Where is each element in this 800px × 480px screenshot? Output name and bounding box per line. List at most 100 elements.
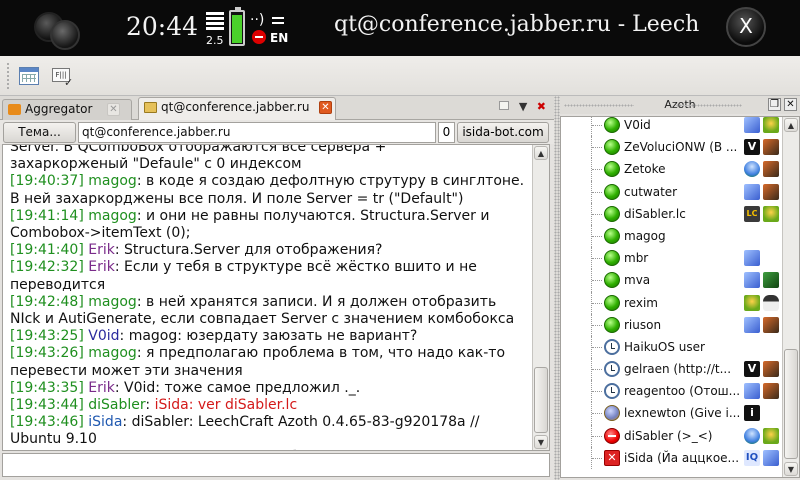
status-away-icon <box>604 361 620 378</box>
roster-contact[interactable]: lexnewton (Give i... i <box>561 402 783 425</box>
roster-contact[interactable]: HaikuOS user <box>561 335 783 359</box>
roster-scrollbar[interactable]: ▲ ▼ <box>782 117 799 477</box>
chat-history[interactable]: Server. В QComboBox отображаются все сер… <box>2 144 550 451</box>
roster-contact[interactable]: reagentoo (Отош... <box>561 380 783 403</box>
roster-contact[interactable]: magog <box>561 224 783 248</box>
gajim-icon <box>763 205 779 222</box>
roster-contact[interactable]: diSabler (>_<) <box>561 424 783 447</box>
toolbar-grip[interactable] <box>6 62 10 90</box>
chat-message: Server. В QComboBox отображаются все сер… <box>10 145 530 156</box>
contact-name: iSida (Йа аццкое... <box>624 450 740 465</box>
roster-contact[interactable]: mva <box>561 269 784 292</box>
status-dnd-icon <box>604 427 620 444</box>
message-nick[interactable]: V0id <box>88 328 119 344</box>
status-online-icon <box>604 294 620 311</box>
roster-contact[interactable]: cutwater <box>561 180 784 203</box>
scroll-down-icon[interactable]: ▼ <box>784 462 798 476</box>
presence-busy-icon[interactable] <box>252 30 266 44</box>
client-icons: V <box>744 361 784 378</box>
tree-branch <box>592 235 602 237</box>
roster-contact[interactable]: ZeVoluciONW (В ... V <box>561 136 784 159</box>
roster-contact[interactable]: rexim <box>561 291 783 314</box>
client-icons: V <box>744 139 784 156</box>
roster-contact[interactable]: mbr <box>561 247 784 270</box>
close-window-button[interactable]: X <box>726 7 766 47</box>
tab-aggregator[interactable]: Aggregator ✕ <box>2 99 132 120</box>
psi-icon <box>744 117 760 133</box>
client-icons <box>744 316 784 333</box>
qip-client-icon: IQ <box>744 449 760 466</box>
tab-list-dropdown-icon[interactable]: ▼ <box>519 100 527 113</box>
chat-message: [19:41:40] Erik: Structura.Server для от… <box>10 242 383 259</box>
field-dropdown-button[interactable]: F||| ✓ <box>50 64 76 89</box>
message-nick[interactable]: Erik <box>88 380 115 396</box>
window-title[interactable]: qt@conference.jabber.ru - Leech <box>334 12 699 37</box>
client-icons <box>744 183 784 200</box>
calendar-icon <box>19 67 39 85</box>
client-icons <box>744 250 784 267</box>
float-dock-button[interactable]: ❐ <box>768 98 781 111</box>
input-language[interactable]: EN <box>270 31 288 45</box>
message-nick[interactable]: Erik <box>88 259 115 275</box>
tab-muc-room[interactable]: qt@conference.jabber.ru ✕ <box>138 97 336 121</box>
roster-contact[interactable]: ✕ iSida (Йа аццкое... IQ <box>561 446 783 469</box>
roster-contact[interactable]: diSabler.lc LC <box>561 202 783 225</box>
message-text: V0id: тоже самое предложил ._. <box>124 379 361 396</box>
client-icons <box>744 272 784 289</box>
scroll-thumb[interactable] <box>784 349 798 459</box>
scroll-up-icon[interactable]: ▲ <box>534 146 548 160</box>
tree-branch <box>592 169 602 171</box>
message-nick[interactable]: diSabler <box>88 449 145 450</box>
status-online-icon <box>604 272 620 289</box>
scroll-thumb[interactable] <box>534 367 548 433</box>
contact-roster[interactable]: V0id ZeVoluciONW (В ... V Zetoke cutwater diS… <box>560 116 800 478</box>
nick-combobox[interactable]: isida-bot.com <box>457 122 549 143</box>
tab-close-button[interactable]: ✕ <box>107 103 120 116</box>
scroll-down-icon[interactable]: ▼ <box>534 435 548 449</box>
close-all-tabs-icon[interactable]: ✖ <box>537 100 546 113</box>
tree-branch <box>591 117 592 137</box>
status-online-icon <box>604 205 620 222</box>
new-tab-icon[interactable] <box>499 101 510 110</box>
avatar-icon <box>763 161 779 178</box>
roster-contact[interactable]: riuson <box>561 313 784 336</box>
wifi-icon: ⋅⋅) <box>250 12 265 28</box>
status-away-icon <box>604 338 620 355</box>
tree-branch <box>592 346 602 348</box>
contact-name: reagentoo (Отош... <box>624 384 741 399</box>
tree-branch <box>592 147 602 149</box>
message-input[interactable] <box>2 453 550 477</box>
task-switcher-icon[interactable] <box>30 8 80 50</box>
message-timestamp: [19:41:40] <box>10 242 84 259</box>
tab-bar-actions: ▼ ✖ <box>493 100 546 113</box>
tab-close-button[interactable]: ✕ <box>319 101 332 114</box>
roster-contact[interactable]: Zetoke <box>561 158 783 181</box>
message-nick[interactable]: magog <box>88 173 137 189</box>
roster-contact[interactable]: V0id <box>561 117 783 137</box>
message-nick[interactable]: iSida <box>88 414 122 430</box>
room-header: Тема... qt@conference.jabber.ru 0 isida-… <box>0 120 554 144</box>
room-topic-field[interactable]: qt@conference.jabber.ru <box>78 122 436 143</box>
message-nick[interactable]: diSabler <box>88 397 145 413</box>
message-text: iSida: ver diSabler.lc <box>154 397 298 414</box>
message-timestamp: [19:43:44] <box>10 397 84 414</box>
topic-button[interactable]: Тема... <box>3 122 76 143</box>
message-nick[interactable]: Erik <box>88 242 115 258</box>
contact-name: mva <box>624 273 651 288</box>
signal-icon <box>206 12 224 34</box>
message-nick[interactable]: magog <box>88 294 137 310</box>
close-dock-button[interactable]: ✕ <box>784 98 797 111</box>
message-nick[interactable]: magog <box>88 345 137 361</box>
chat-pane: Aggregator ✕ qt@conference.jabber.ru ✕ ▼… <box>0 96 554 480</box>
calendar-button[interactable] <box>16 64 42 88</box>
bulb-client-icon <box>744 427 760 444</box>
chat-scrollbar[interactable]: ▲ ▼ <box>532 145 549 450</box>
roster-contact[interactable]: gelraen (http://t... V <box>561 358 784 381</box>
contact-name: diSabler.lc <box>624 206 686 221</box>
scroll-up-icon[interactable]: ▲ <box>784 118 798 132</box>
dock-titlebar[interactable]: Azoth ❐ ✕ <box>560 96 800 114</box>
chat-message: [19:43:25] V0id: magog: юзердату заюзать… <box>10 328 418 345</box>
message-nick[interactable]: magog <box>88 208 137 224</box>
psi-icon <box>763 449 779 466</box>
status-online-icon <box>604 250 620 267</box>
